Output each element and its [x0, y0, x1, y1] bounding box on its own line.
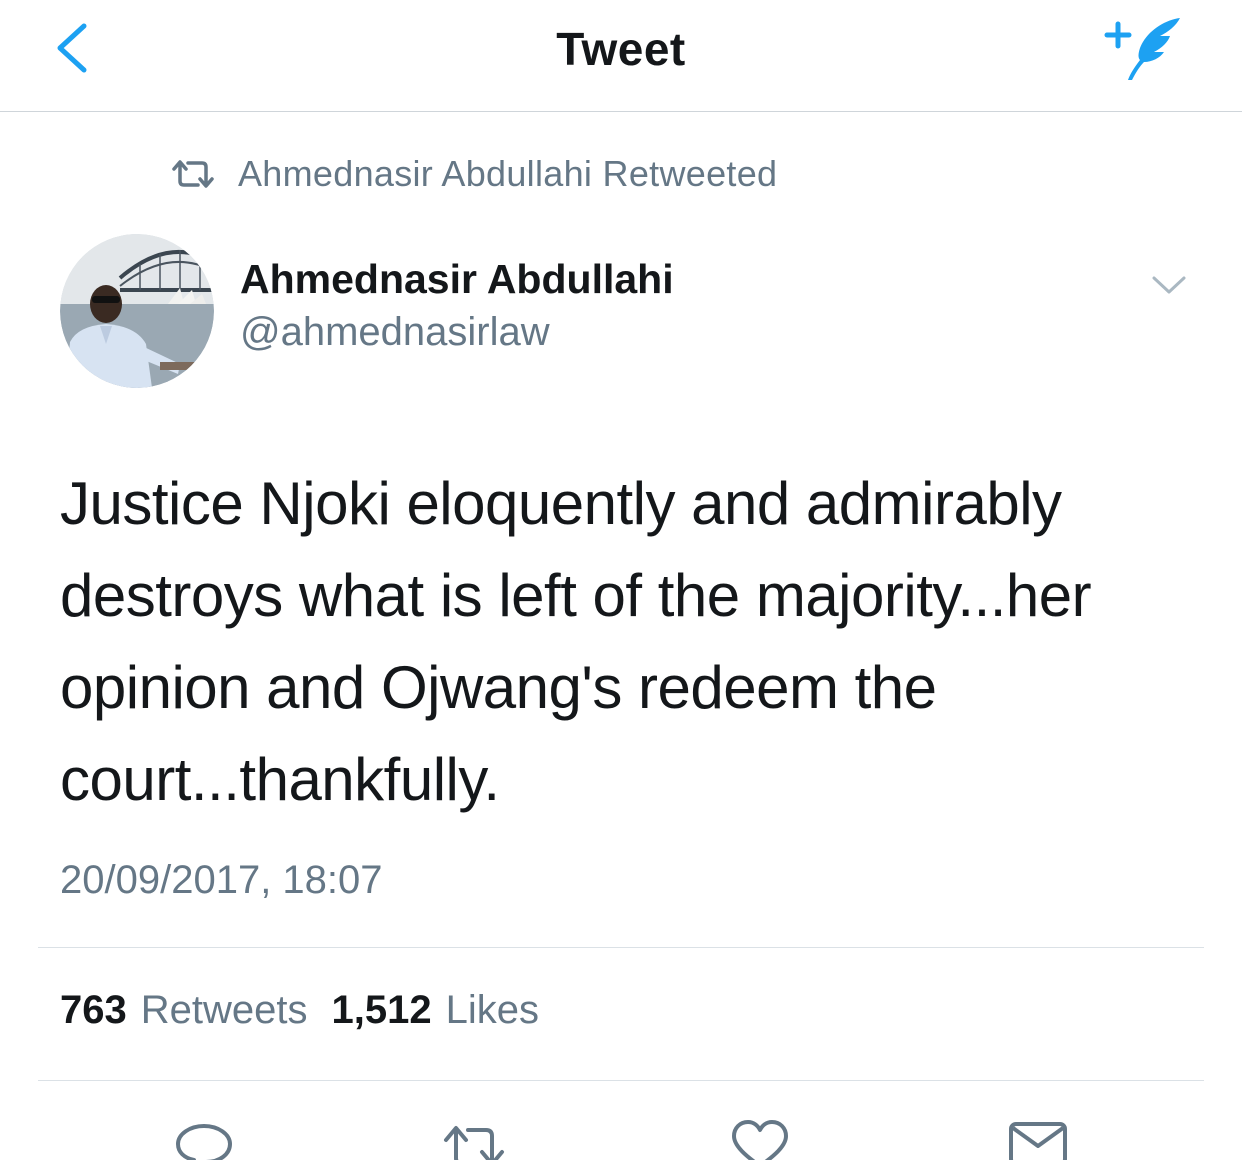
- divider: [38, 947, 1204, 948]
- tweet-text-line: Justice Njoki eloquently and admirably: [60, 470, 1062, 537]
- chevron-down-icon[interactable]: [1150, 270, 1188, 300]
- retweet-icon[interactable]: [442, 1118, 506, 1160]
- page-title: Tweet: [556, 23, 686, 75]
- author-handle[interactable]: @ahmednasirlaw: [240, 310, 550, 355]
- likes-label: Likes: [445, 988, 539, 1032]
- direct-message-icon[interactable]: [1006, 1118, 1070, 1160]
- likes-count: 1,512: [331, 988, 432, 1032]
- navigation-bar: Tweet: [0, 0, 1242, 112]
- retweet-context[interactable]: Ahmednasir Abdullahi Retweeted: [170, 150, 777, 198]
- tweet-text-line: opinion and Ojwang's redeem the: [60, 654, 937, 721]
- retweets-stat[interactable]: 763 Retweets: [60, 988, 308, 1033]
- like-icon[interactable]: [728, 1118, 792, 1160]
- retweets-label: Retweets: [140, 988, 308, 1032]
- tweet-text-line: court...thankfully.: [60, 746, 500, 813]
- avatar[interactable]: [60, 234, 214, 388]
- retweeted-by-label: Ahmednasir Abdullahi Retweeted: [238, 153, 778, 194]
- tweet-stats: 763 Retweets 1,512 Likes: [60, 988, 539, 1033]
- tweet-text: Justice Njoki eloquently and admirably d…: [60, 458, 1200, 826]
- likes-stat[interactable]: 1,512 Likes: [332, 988, 540, 1033]
- tweet-text-line: destroys what is left of the majority...…: [60, 562, 1092, 629]
- tweet-timestamp: 20/09/2017, 18:07: [60, 858, 383, 902]
- divider: [38, 1080, 1204, 1081]
- retweets-count: 763: [60, 988, 127, 1032]
- author-name[interactable]: Ahmednasir Abdullahi: [240, 256, 674, 303]
- compose-tweet-icon[interactable]: [1104, 14, 1188, 86]
- tweet-detail-screen: Tweet Ahmednasir Abdullahi Retweeted Ahm…: [0, 0, 1242, 1160]
- retweet-icon: [172, 160, 214, 188]
- reply-icon[interactable]: [172, 1118, 236, 1160]
